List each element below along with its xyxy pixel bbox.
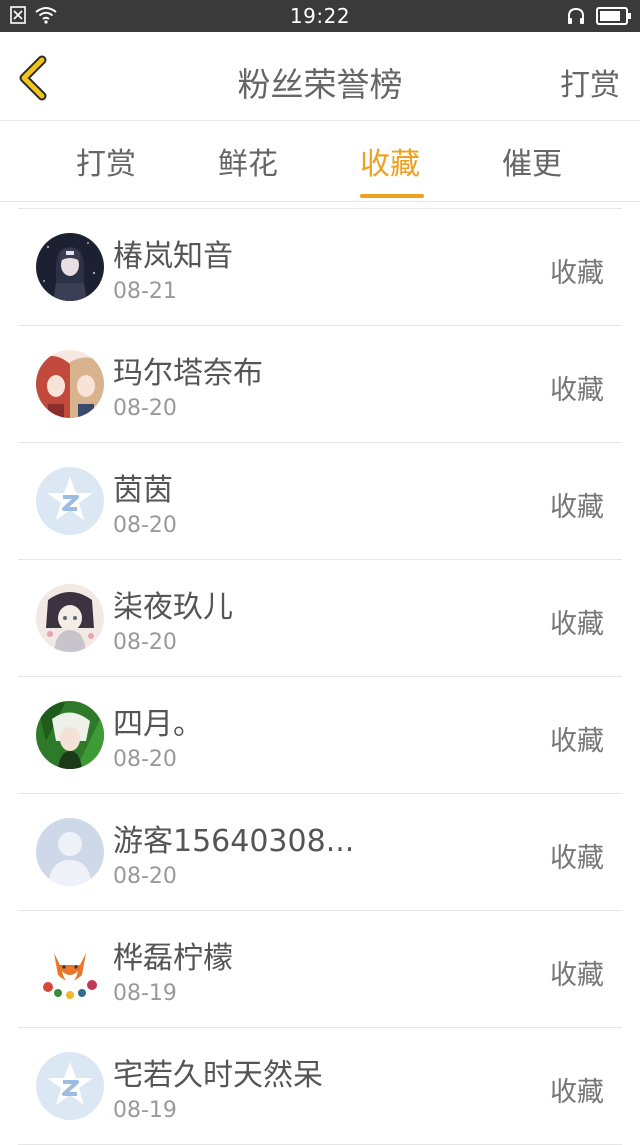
user-name: 茵茵	[113, 473, 173, 508]
list-item[interactable]: 四月。 08-20 收藏	[18, 677, 622, 794]
qq-default-avatar-icon	[36, 467, 104, 535]
action-label: 收藏	[550, 960, 604, 991]
user-date: 08-20	[113, 864, 177, 889]
avatar	[36, 350, 104, 418]
list-item[interactable]: 游客15640308... 08-20 收藏	[18, 794, 622, 911]
fan-list: 椿岚知音 08-21 收藏 玛尔塔奈布 08-20 收藏 茵茵 08-20 收藏…	[18, 208, 622, 1145]
avatar	[36, 584, 104, 652]
list-item[interactable]: 椿岚知音 08-21 收藏	[18, 209, 622, 326]
action-label: 收藏	[550, 492, 604, 523]
headphones-icon	[568, 7, 584, 24]
active-tab-indicator	[360, 194, 424, 198]
avatar	[36, 233, 104, 301]
user-date: 08-21	[113, 279, 177, 304]
user-date: 08-20	[113, 630, 177, 655]
user-name: 玛尔塔奈布	[113, 356, 263, 391]
fox-avatar-icon	[36, 935, 104, 1003]
user-name: 游客15640308...	[113, 824, 355, 859]
nav-bar: 粉丝荣誉榜 打赏	[0, 32, 640, 121]
avatar	[36, 1052, 104, 1120]
page-title: 粉丝荣誉榜	[237, 65, 403, 104]
list-item[interactable]: 宅若久时天然呆 08-19 收藏	[18, 1028, 622, 1145]
status-bar: 19:22	[0, 0, 640, 32]
reward-button[interactable]: 打赏	[560, 60, 620, 104]
status-right-icons	[566, 6, 632, 26]
avatar	[36, 818, 104, 886]
action-label: 收藏	[550, 375, 604, 406]
avatar	[36, 935, 104, 1003]
action-label: 收藏	[550, 258, 604, 289]
list-item[interactable]: 桦磊柠檬 08-19 收藏	[18, 911, 622, 1028]
user-date: 08-19	[113, 1098, 177, 1123]
action-label: 收藏	[550, 1077, 604, 1108]
user-name: 桦磊柠檬	[113, 941, 233, 976]
user-date: 08-20	[113, 396, 177, 421]
avatar	[36, 701, 104, 769]
user-name: 四月。	[113, 707, 203, 742]
list-item[interactable]: 玛尔塔奈布 08-20 收藏	[18, 326, 622, 443]
action-label: 收藏	[550, 609, 604, 640]
user-name: 宅若久时天然呆	[113, 1058, 323, 1093]
user-date: 08-20	[113, 513, 177, 538]
qq-default-avatar-icon	[36, 1052, 104, 1120]
tab-flowers[interactable]: 鲜花	[218, 139, 278, 183]
user-name: 椿岚知音	[113, 239, 233, 274]
avatar	[36, 467, 104, 535]
user-date: 08-20	[113, 747, 177, 772]
action-label: 收藏	[550, 843, 604, 874]
user-date: 08-19	[113, 981, 177, 1006]
user-name: 柒夜玖儿	[113, 590, 233, 625]
tab-urge[interactable]: 催更	[502, 139, 562, 183]
default-person-avatar-icon	[36, 818, 104, 886]
battery-icon	[596, 7, 631, 25]
tab-favorites[interactable]: 收藏	[360, 139, 420, 183]
status-time: 19:22	[289, 4, 351, 28]
list-item[interactable]: 茵茵 08-20 收藏	[18, 443, 622, 560]
list-item[interactable]: 柒夜玖儿 08-20 收藏	[18, 560, 622, 677]
tab-bar: 打赏 鲜花 收藏 催更	[0, 121, 640, 202]
action-label: 收藏	[550, 726, 604, 757]
tab-reward[interactable]: 打赏	[76, 139, 136, 183]
